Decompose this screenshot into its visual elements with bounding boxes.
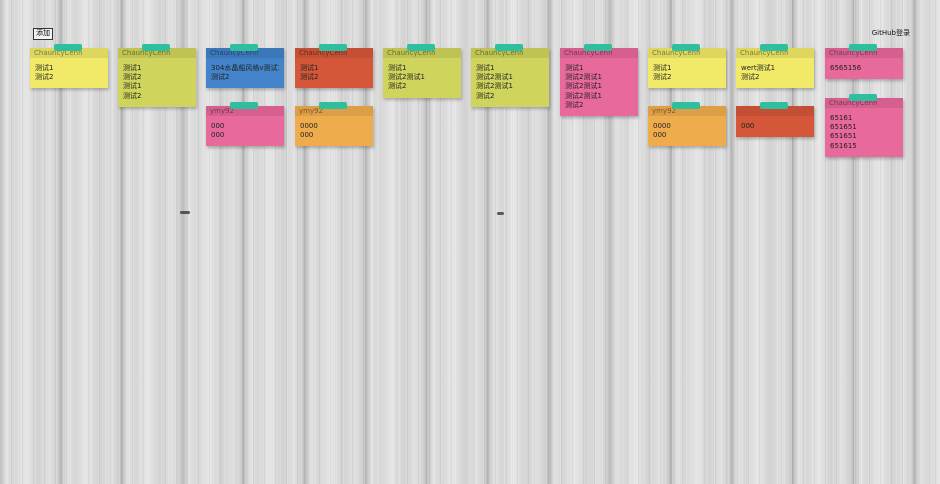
note-line: 651651 [830, 132, 857, 141]
sticky-note[interactable]: ChauncyCenn 304水晶船风格v测试1 测试2 [206, 44, 284, 89]
sticky-note[interactable]: ChauncyCenn 测试1 测试2 [295, 44, 373, 89]
note-tape [849, 94, 877, 101]
note-tape [849, 44, 877, 51]
note-line: 651615 [830, 141, 857, 150]
note-tape [495, 44, 523, 51]
note-tape [319, 102, 347, 109]
note-line: 测试1 [388, 64, 407, 72]
sticky-note[interactable]: ChauncyCenn 测试1 测试2测试1 测试2测试1 测试2 [471, 44, 549, 107]
note-body: 6565156 [825, 58, 903, 79]
sticky-note[interactable]: ChauncyCenn测试1测试2测试1测试2 [118, 44, 196, 107]
note-tape [672, 44, 700, 51]
note-line: 304水晶船风格v测试1 [211, 64, 279, 72]
note-body: 测试1 测试2测试1 测试2测试1 测试2 [471, 58, 549, 107]
note-line: 测试1 [476, 64, 495, 72]
note-body: 测试1 测试2 [295, 58, 373, 88]
sticky-note[interactable]: ymy92 000 000 [206, 102, 284, 147]
sticky-note[interactable]: ChauncyCenn 测试1 测试2测试1 测试2测试1 测试2测试1 测试2 [560, 44, 638, 117]
sticky-note[interactable]: ymy92 0000 000 [295, 102, 373, 147]
note-tape [54, 44, 82, 51]
note-line: 测试2测试1 [565, 73, 602, 82]
sticky-note[interactable]: ChauncyCenn 65161 651651 651651 651615 [825, 94, 903, 157]
note-line: 测试1 [565, 64, 584, 72]
note-tape [760, 44, 788, 51]
wood-knot [180, 211, 190, 214]
note-tape [584, 44, 612, 51]
note-line: 000 [211, 122, 225, 130]
github-login-link[interactable]: GitHub登录 [872, 28, 910, 38]
note-line: 651651 [830, 123, 857, 132]
note-line: 测试2 [476, 91, 495, 100]
sticky-note[interactable]: ChauncyCenn wert测试1 测试2 [736, 44, 814, 89]
note-tape [319, 44, 347, 51]
note-line: 测试2测试1 [476, 73, 513, 82]
note-body: 0000 000 [648, 116, 726, 146]
sticky-note[interactable]: ChauncyCenn 6565156 [825, 44, 903, 80]
note-body: 测试1测试2测试1测试2 [118, 58, 196, 107]
note-body: 304水晶船风格v测试1 测试2 [206, 58, 284, 88]
note-line: 测试2测试1 [565, 82, 602, 91]
sticky-note[interactable]: ChauncyCenn 测试1 测试2 [648, 44, 726, 89]
note-tape [760, 102, 788, 109]
note-tape [672, 102, 700, 109]
sticky-note[interactable]: ChauncyCenn测试1测试2测试1测试2 [383, 44, 461, 98]
note-body: 000 000 [206, 116, 284, 146]
note-line: 000 [741, 122, 755, 130]
note-line: 000 [653, 131, 667, 140]
note-line: 测试2 [741, 73, 760, 82]
note-line: 测试2测试1 [476, 82, 513, 91]
note-tape [407, 44, 435, 51]
note-line: 0000 [300, 122, 318, 130]
note-tape [230, 44, 258, 51]
note-tape [142, 44, 170, 51]
add-note-button[interactable]: 添加 [33, 28, 53, 40]
note-line: 0000 [653, 122, 671, 130]
note-line: 000 [300, 131, 314, 140]
note-line: 测试1 [300, 64, 319, 72]
note-line: 测试2测试1 [565, 91, 602, 100]
wood-knot [497, 212, 504, 215]
note-line: 6565156 [830, 64, 862, 72]
note-body: 测试1 测试2测试1 测试2测试1 测试2测试1 测试2 [560, 58, 638, 116]
note-tape [230, 102, 258, 109]
note-body: 测试1 测试2 [30, 58, 108, 88]
note-line: 测试1 [35, 64, 54, 72]
sticky-note[interactable]: 000 [736, 102, 814, 138]
note-line: wert测试1 [741, 64, 776, 72]
note-body: 测试1测试2测试1测试2 [383, 58, 461, 98]
note-body: wert测试1 测试2 [736, 58, 814, 88]
note-body: 测试1 测试2 [648, 58, 726, 88]
note-line: 测试2 [388, 82, 407, 91]
note-line: 测试2 [211, 73, 230, 82]
note-body: 0000 000 [295, 116, 373, 146]
note-line: 测试1 [123, 64, 142, 72]
note-line: 000 [211, 131, 225, 140]
note-line: 测试1 [653, 64, 672, 72]
note-line: 测试2 [565, 100, 584, 109]
note-line: 测试1 [123, 82, 142, 91]
note-line: 测试2 [653, 73, 672, 82]
note-line: 测试2 [300, 73, 319, 82]
note-line: 测试2 [35, 73, 54, 82]
note-line: 测试2测试1 [388, 73, 425, 82]
note-line: 测试2 [123, 91, 142, 100]
note-line: 65161 [830, 114, 853, 122]
note-body: 65161 651651 651651 651615 [825, 108, 903, 157]
note-body: 000 [736, 116, 814, 137]
sticky-note[interactable]: ChauncyCenn 测试1 测试2 [30, 44, 108, 89]
note-line: 测试2 [123, 73, 142, 82]
sticky-note[interactable]: ymy92 0000 000 [648, 102, 726, 147]
